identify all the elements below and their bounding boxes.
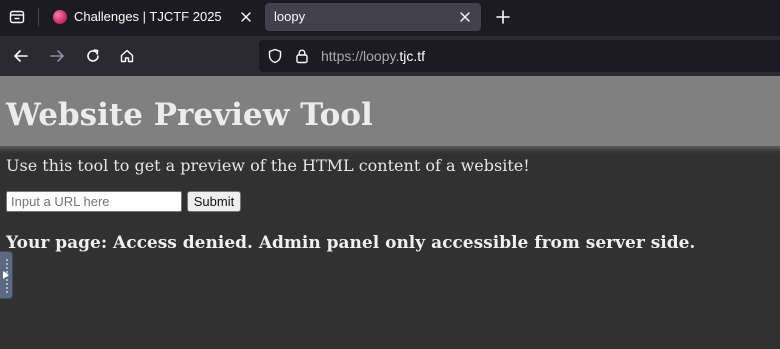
tab-list-icon — [9, 10, 25, 24]
tracking-protection-button[interactable] — [267, 48, 283, 64]
page-title: Website Preview Tool — [6, 97, 373, 133]
tab-list-button[interactable] — [4, 4, 32, 30]
close-icon — [460, 12, 470, 22]
banner-shadow — [0, 146, 780, 154]
sidebar-toggle-handle[interactable] — [0, 251, 13, 299]
close-icon — [241, 12, 251, 22]
tab-close-button[interactable] — [456, 8, 474, 26]
arrow-right-icon — [50, 50, 64, 62]
lock-icon — [296, 49, 308, 64]
home-button[interactable] — [114, 43, 140, 69]
tab-title: Challenges | TJCTF 2025 — [74, 9, 222, 24]
forward-button[interactable] — [44, 43, 70, 69]
tab-separator — [38, 8, 39, 26]
navigation-toolbar: https://loopy.tjc.tf — [0, 36, 780, 76]
arrow-left-icon — [14, 50, 28, 62]
tab-loopy[interactable]: loopy — [265, 3, 481, 31]
submit-button[interactable]: Submit — [187, 191, 241, 212]
site-info-button[interactable] — [294, 48, 310, 64]
url-prefix: https://loopy. — [321, 48, 400, 64]
expand-arrow-icon — [3, 271, 9, 279]
plus-icon — [496, 10, 510, 24]
page-description: Use this tool to get a preview of the HT… — [6, 156, 530, 175]
new-tab-button[interactable] — [491, 5, 515, 29]
shield-icon — [268, 48, 282, 64]
reload-icon — [87, 49, 99, 62]
back-button[interactable] — [8, 43, 34, 69]
tab-strip: Challenges | TJCTF 2025 loopy — [0, 0, 780, 36]
result-message: Your page: Access denied. Admin panel on… — [6, 233, 696, 253]
url-text[interactable]: https://loopy.tjc.tf — [321, 48, 425, 64]
address-bar[interactable]: https://loopy.tjc.tf — [259, 40, 780, 72]
tab-close-button[interactable] — [237, 8, 255, 26]
reload-button[interactable] — [80, 43, 106, 69]
home-icon — [120, 49, 134, 63]
tab-challenges[interactable]: Challenges | TJCTF 2025 — [44, 3, 262, 31]
tjctf-favicon-icon — [53, 10, 67, 24]
url-input[interactable] — [6, 191, 182, 212]
url-host: tjc.tf — [399, 48, 426, 64]
tab-title: loopy — [274, 9, 306, 24]
